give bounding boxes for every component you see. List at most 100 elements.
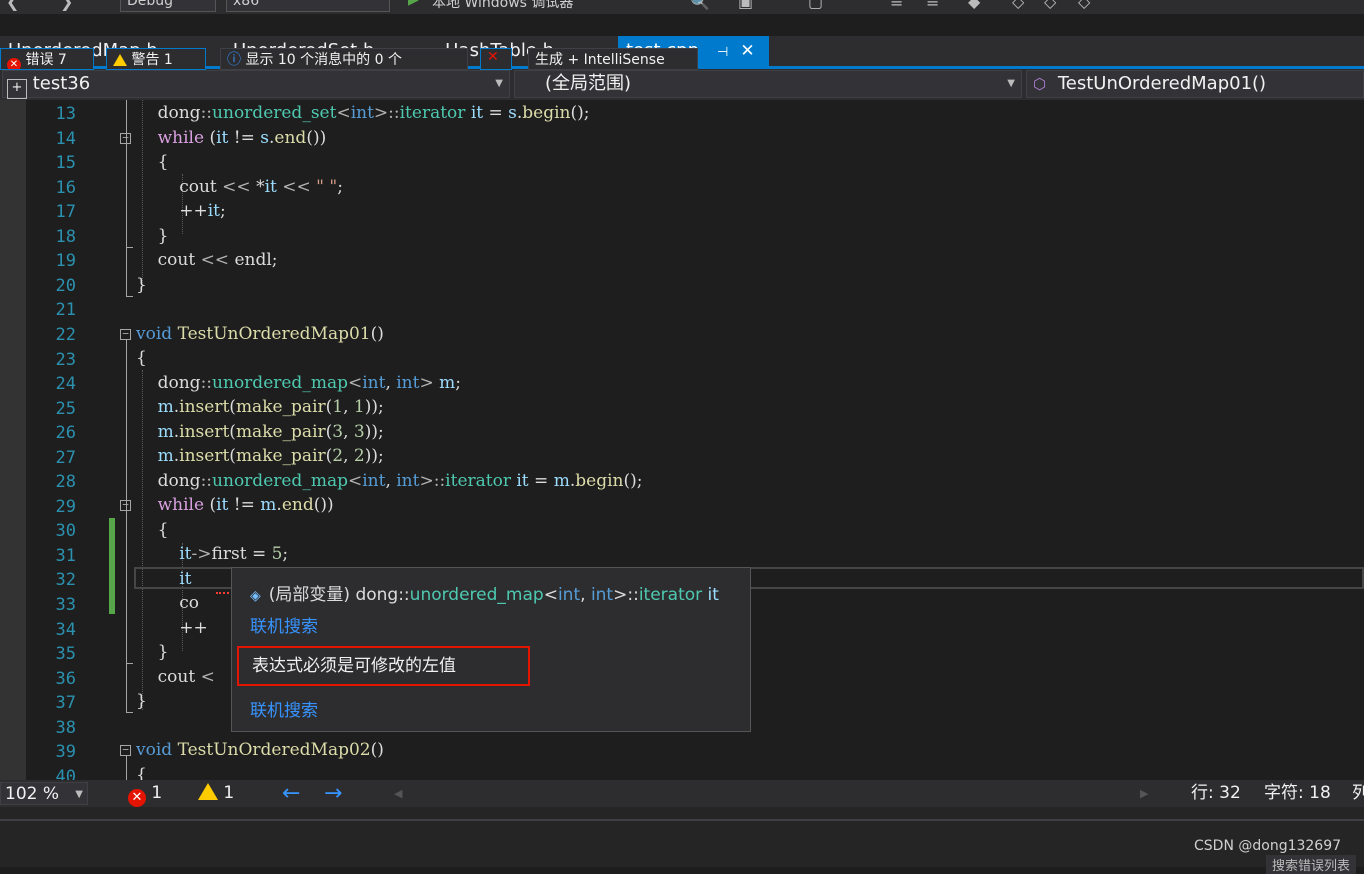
scope-name: (全局范围) bbox=[545, 73, 632, 94]
indicator-margin bbox=[0, 100, 26, 780]
sig-prefix: (局部变量) dong:: bbox=[268, 585, 410, 605]
line-number: 21 bbox=[55, 300, 76, 321]
close-icon[interactable]: ✕ bbox=[740, 41, 754, 61]
fold-toggle[interactable]: − bbox=[120, 328, 131, 340]
nav-back-icon[interactable]: ❮ bbox=[6, 0, 19, 12]
outline-line bbox=[126, 756, 127, 780]
toolbar-tool2-icon[interactable]: ▢ bbox=[808, 0, 823, 12]
panel-divider bbox=[0, 819, 1364, 821]
clear-filter-button[interactable]: ✕ bbox=[480, 48, 512, 70]
code-line-18: } bbox=[136, 226, 169, 246]
sig-lt: < bbox=[543, 585, 558, 605]
code-line-39: void TestUnOrderedMap02() bbox=[136, 740, 384, 760]
errors-filter-button[interactable]: ✕ 错误 7 bbox=[0, 48, 94, 70]
line-number: 16 bbox=[55, 177, 76, 198]
scope-dropdown[interactable]: (全局范围) ▼ bbox=[514, 70, 1022, 98]
warning-icon bbox=[113, 54, 127, 66]
code-line-28: dong::unordered_map<int, int>::iterator … bbox=[136, 471, 643, 491]
outline-end bbox=[126, 296, 133, 297]
editor-status-bar: 102 % ▼ ✕ 1 1 ← → ◀ ▶ 行: 32 字符: 18 列 bbox=[0, 780, 1364, 807]
line-number: 35 bbox=[55, 644, 76, 665]
align-icon[interactable]: ≡ bbox=[890, 0, 903, 12]
line-number: 20 bbox=[55, 275, 76, 296]
warnings-filter-button[interactable]: 警告 1 bbox=[106, 48, 206, 70]
line-number: 24 bbox=[55, 374, 76, 395]
bookmark-next-icon[interactable]: ◇ bbox=[1044, 0, 1056, 12]
next-issue-icon[interactable]: → bbox=[324, 780, 342, 807]
online-search-link[interactable]: 联机搜索 bbox=[250, 612, 318, 637]
line-number: 23 bbox=[55, 349, 76, 370]
toolbar-tool-icon[interactable]: ▣ bbox=[738, 0, 753, 12]
zoom-dropdown[interactable]: 102 % ▼ bbox=[0, 782, 88, 805]
code-line-13: dong::unordered_set<int>::iterator it = … bbox=[136, 103, 590, 123]
sig-type: unordered_map bbox=[409, 585, 544, 605]
variable-icon: ◈ bbox=[250, 588, 261, 604]
code-line-36: cout < bbox=[136, 667, 215, 687]
function-dropdown[interactable]: ⬡ TestUnOrderedMap01() bbox=[1026, 70, 1364, 98]
toolbar: ❮ ❯ Debug x86 ▶ 本地 Windows 调试器 🔍 ▣ ▢ ≡ ≡… bbox=[0, 0, 1364, 14]
line-number: 30 bbox=[55, 521, 76, 542]
zoom-value: 102 % bbox=[5, 784, 60, 804]
line-number: 19 bbox=[55, 251, 76, 272]
play-icon[interactable]: ▶ bbox=[408, 0, 419, 12]
sig-var: it bbox=[702, 585, 719, 605]
function-name: TestUnOrderedMap01() bbox=[1057, 73, 1267, 94]
line-number: 34 bbox=[55, 619, 76, 640]
code-line-24: dong::unordered_map<int, int> m; bbox=[136, 373, 461, 393]
fold-toggle[interactable]: − bbox=[120, 132, 131, 144]
code-line-20: } bbox=[136, 275, 147, 295]
code-line-37: } bbox=[136, 691, 147, 711]
code-line-17: ++it; bbox=[136, 201, 226, 221]
align2-icon[interactable]: ≡ bbox=[926, 0, 939, 12]
code-line-27: m.insert(make_pair(2, 2)); bbox=[157, 446, 384, 466]
bookmark-icon[interactable]: ◆ bbox=[968, 0, 980, 12]
error-icon: ✕ bbox=[7, 58, 21, 69]
search-error-list-input[interactable]: 搜索错误列表 bbox=[1266, 855, 1357, 874]
find-icon[interactable]: 🔍 bbox=[690, 0, 710, 12]
code-line-26: m.insert(make_pair(3, 3)); bbox=[157, 422, 384, 442]
online-search-link-2[interactable]: 联机搜索 bbox=[250, 696, 318, 721]
project-dropdown[interactable]: + test36 ▼ bbox=[2, 70, 510, 99]
line-number: 40 bbox=[55, 766, 76, 780]
info-icon: ⓘ bbox=[227, 52, 241, 68]
line-number: 15 bbox=[55, 153, 76, 174]
error-count[interactable]: ✕ 1 bbox=[128, 780, 162, 807]
fold-toggle[interactable]: − bbox=[120, 499, 131, 511]
outline-end bbox=[126, 663, 133, 664]
config-dropdown[interactable]: Debug bbox=[120, 0, 216, 12]
messages-filter-button[interactable]: ⓘ 显示 10 个消息中的 0 个 bbox=[220, 48, 468, 70]
project-name: test36 bbox=[32, 73, 91, 94]
error-message: 表达式必须是可修改的左值 bbox=[237, 646, 530, 686]
pin-icon[interactable]: ⊣ bbox=[717, 45, 728, 60]
bookmark-prev-icon[interactable]: ◇ bbox=[1012, 0, 1024, 12]
warnings-tab-label: 警告 1 bbox=[131, 52, 173, 68]
nav-forward-icon[interactable]: ❯ bbox=[60, 0, 73, 12]
code-line-25: m.insert(make_pair(1, 1)); bbox=[157, 397, 384, 417]
error-list-panel bbox=[0, 807, 1364, 867]
line-number: 32 bbox=[55, 570, 76, 591]
filter-clear-icon: ✕ bbox=[487, 49, 499, 65]
error-count-value: 1 bbox=[151, 783, 163, 803]
scroll-left-icon[interactable]: ◀ bbox=[394, 780, 402, 807]
chevron-down-icon: ▼ bbox=[1007, 78, 1015, 89]
fold-toggle[interactable]: − bbox=[120, 744, 131, 756]
line-number: 22 bbox=[55, 324, 76, 345]
tooltip-signature: ◈ (局部变量) dong::unordered_map<int, int>::i… bbox=[250, 580, 719, 605]
warning-icon bbox=[198, 783, 218, 800]
prev-issue-icon[interactable]: ← bbox=[282, 780, 300, 807]
code-line-30: { bbox=[136, 520, 169, 540]
build-source-dropdown[interactable]: 生成 + IntelliSense bbox=[528, 48, 698, 70]
run-debugger-button[interactable]: 本地 Windows 调试器 bbox=[432, 0, 573, 12]
scroll-right-icon[interactable]: ▶ bbox=[1140, 780, 1148, 807]
watermark: CSDN @dong132697 bbox=[1194, 838, 1342, 854]
outline-end bbox=[126, 712, 133, 713]
bookmark-clear-icon[interactable]: ◇ bbox=[1078, 0, 1090, 12]
code-line-29: while (it != m.end()) bbox=[157, 495, 334, 515]
outline-line bbox=[126, 340, 127, 712]
platform-dropdown[interactable]: x86 bbox=[226, 0, 390, 12]
change-indicator bbox=[109, 518, 115, 614]
code-line-14: while (it != s.end()) bbox=[157, 128, 327, 148]
code-line-22: void TestUnOrderedMap01() bbox=[136, 324, 384, 344]
warning-count[interactable]: 1 bbox=[198, 780, 234, 807]
col-indicator: 列 bbox=[1352, 783, 1364, 803]
